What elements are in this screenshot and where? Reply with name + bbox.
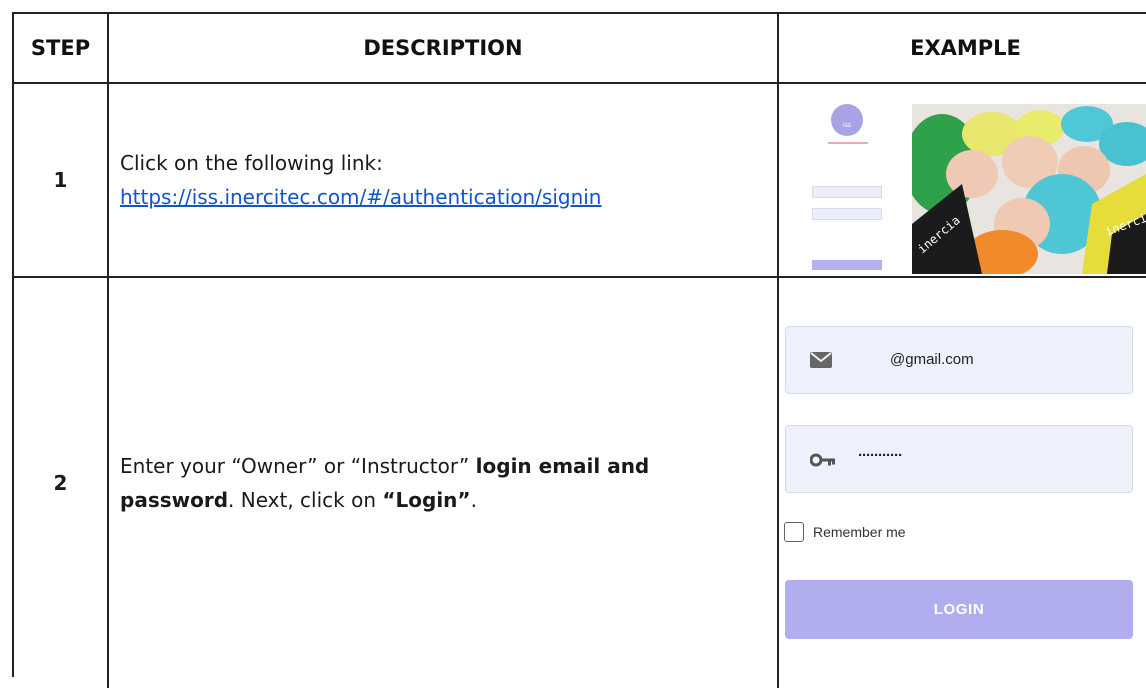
password-field[interactable]: ··········· (785, 425, 1133, 493)
photo-illustration: inercia inercia (912, 104, 1146, 274)
mini-email-field (812, 186, 882, 198)
remember-me-label: Remember me (813, 524, 906, 540)
password-value: ··········· (858, 447, 903, 464)
envelope-icon (810, 352, 832, 368)
email-value: @gmail.com (890, 351, 974, 368)
iss-logo: iss (831, 104, 863, 136)
remember-me-checkbox[interactable] (784, 522, 804, 542)
step-description-2: Enter your “Owner” or “Instructor” login… (109, 278, 779, 688)
email-field[interactable]: @gmail.com (785, 326, 1133, 394)
step-number-1: 1 (14, 84, 109, 278)
login-button[interactable]: LOGIN (785, 580, 1133, 639)
step-description-1: Click on the following link: https://iss… (109, 84, 779, 278)
step-2-text-a: Enter your “Owner” or “Instructor” (120, 454, 476, 478)
step-2-text-b: . Next, click on (228, 488, 383, 512)
mini-login-button (812, 260, 882, 270)
login-page-thumbnail: iss (806, 90, 886, 270)
step-2-bold-b: “Login” (382, 488, 471, 512)
babies-photo: inercia inercia (912, 104, 1146, 274)
header-step: STEP (14, 14, 109, 84)
mini-password-field (812, 208, 882, 220)
mini-title-bar (828, 142, 868, 144)
step-number-2: 2 (14, 278, 109, 688)
header-description: DESCRIPTION (109, 14, 779, 84)
step-1-text: Click on the following link: (120, 151, 383, 175)
step-2-text-c: . (470, 488, 477, 512)
key-icon (810, 453, 835, 467)
header-example: EXAMPLE (779, 14, 1146, 84)
signin-link[interactable]: https://iss.inercitec.com/#/authenticati… (120, 185, 601, 209)
